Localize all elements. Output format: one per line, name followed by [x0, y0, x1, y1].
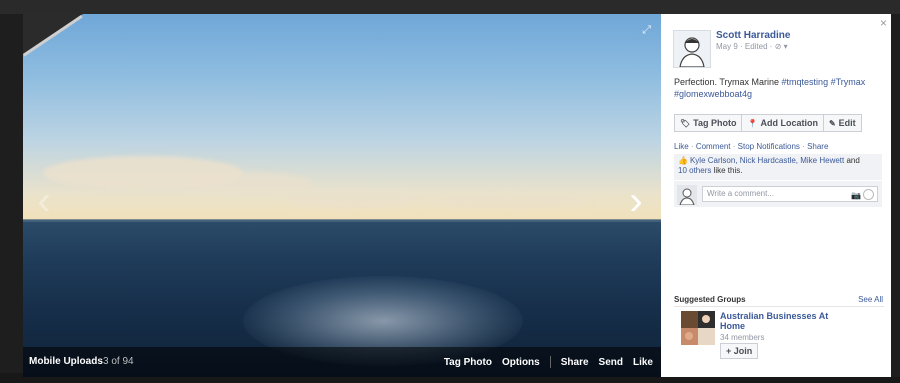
location-pin-icon: 📍: [747, 118, 758, 128]
likes-others-link[interactable]: 10 others: [678, 166, 711, 175]
join-group-button[interactable]: + Join: [720, 343, 759, 359]
tag-photo-button-label: Tag Photo: [693, 118, 737, 128]
album-link[interactable]: Mobile Uploads: [29, 356, 103, 367]
edit-button-label: Edit: [838, 118, 856, 128]
likes-and: and: [844, 156, 860, 165]
suggested-groups-title: Suggested Groups: [674, 295, 746, 304]
likers-names[interactable]: Kyle Carlson, Nick Hardcastle, Mike Hewe…: [690, 156, 844, 165]
comment-composer: Write a comment... 📷: [674, 181, 882, 207]
group-member-count: 34 members: [720, 333, 765, 342]
group-photo[interactable]: [681, 311, 715, 345]
photo-counter: 3 of 94: [103, 356, 134, 367]
edit-button[interactable]: ✎ Edit: [822, 114, 862, 132]
divider: [674, 306, 884, 307]
commenter-avatar: [677, 185, 697, 206]
post-text: Perfection. Trymax Marine #tmqtesting #T…: [674, 76, 884, 100]
add-location-button-label: Add Location: [760, 118, 818, 128]
separator: ·: [732, 142, 736, 151]
hashtag-link[interactable]: #glomexwebboat4g: [674, 89, 752, 99]
author-avatar[interactable]: [673, 30, 711, 68]
divider: [549, 356, 551, 368]
likes-summary: 👍 Kyle Carlson, Nick Hardcastle, Mike Hew…: [674, 154, 882, 180]
share-link[interactable]: Share: [561, 357, 589, 368]
options-link[interactable]: Options: [502, 357, 540, 368]
pencil-icon: ✎: [828, 118, 836, 128]
share-action[interactable]: Share: [807, 142, 828, 151]
post-actions: Like · Comment · Stop Notifications · Sh…: [674, 142, 828, 151]
photo-viewer[interactable]: ⤢ ‹ › Mobile Uploads 3 of 94 Tag Photo O…: [23, 14, 661, 377]
separator: ·: [690, 142, 694, 151]
photo-bottom-bar: Mobile Uploads 3 of 94 Tag Photo Options…: [23, 347, 661, 377]
comment-placeholder: Write a comment...: [707, 189, 774, 198]
previous-photo-arrow-icon[interactable]: ‹: [33, 181, 55, 221]
stop-notifications-action[interactable]: Stop Notifications: [738, 142, 800, 151]
photo-sidebar: × Scott Harradine May 9 · Edited · ⊘ ▾ P…: [661, 14, 891, 377]
next-photo-arrow-icon[interactable]: ›: [625, 181, 647, 221]
photo-cloud: [423, 194, 593, 208]
hashtag-link[interactable]: #Trymax: [831, 77, 866, 87]
send-link[interactable]: Send: [599, 357, 623, 368]
add-location-button[interactable]: 📍 Add Location: [741, 114, 824, 132]
tag-photo-button[interactable]: 🏷 Tag Photo: [674, 114, 743, 132]
photo-action-buttons: 🏷 Tag Photo 📍 Add Location ✎ Edit: [674, 114, 862, 132]
hashtag-link[interactable]: #tmqtesting: [782, 77, 829, 87]
expand-icon[interactable]: ⤢: [642, 24, 651, 37]
group-name-link[interactable]: Australian Businesses At Home: [720, 311, 840, 331]
see-all-link[interactable]: See All: [858, 295, 883, 304]
likes-suffix: like this.: [711, 166, 743, 175]
thumbs-up-icon: 👍: [678, 156, 688, 165]
photo-cloud: [193, 172, 313, 196]
emoji-icon[interactable]: [863, 189, 874, 200]
post-meta: May 9 · Edited · ⊘ ▾: [716, 42, 788, 51]
background-top-strip: [0, 0, 900, 14]
tag-icon: 🏷: [680, 118, 691, 128]
camera-icon[interactable]: 📷: [851, 189, 861, 203]
photo-actions: Tag Photo Options Share Send Like: [434, 356, 653, 368]
photo-cloud: [283, 190, 423, 208]
separator: ·: [802, 142, 805, 151]
post-text-body: Perfection. Trymax Marine: [674, 77, 782, 87]
tag-photo-link[interactable]: Tag Photo: [444, 357, 492, 368]
comment-input[interactable]: Write a comment... 📷: [702, 186, 878, 202]
photo-horizon: [23, 219, 661, 222]
close-icon[interactable]: ×: [880, 16, 887, 30]
like-link[interactable]: Like: [633, 357, 653, 368]
page-scroll-area: [891, 14, 900, 377]
author-name[interactable]: Scott Harradine: [716, 30, 790, 41]
comment-action[interactable]: Comment: [696, 142, 731, 151]
like-action[interactable]: Like: [674, 142, 689, 151]
